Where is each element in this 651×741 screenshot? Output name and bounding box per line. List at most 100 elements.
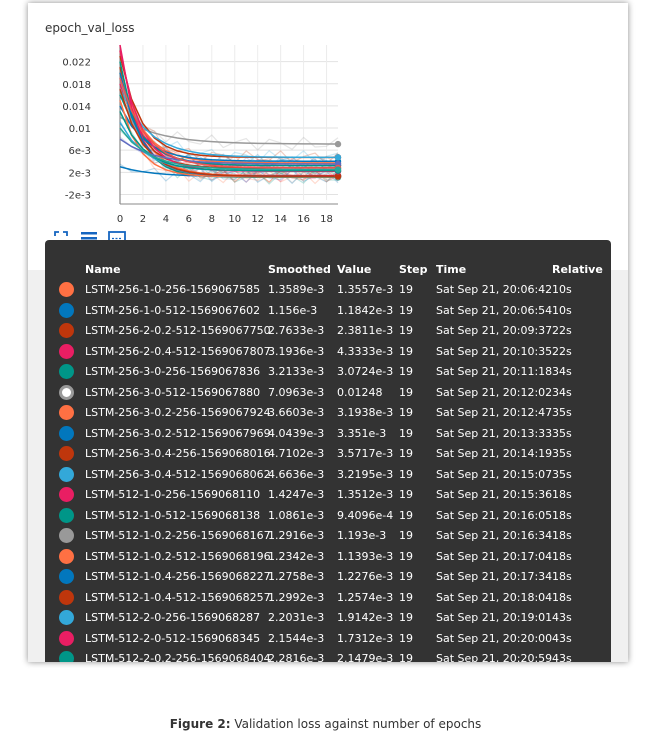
- cell-name: LSTM-256-1-0-512-1569067602: [85, 303, 261, 317]
- cell-smoothed: 2.1544e-3: [268, 631, 325, 645]
- x-tick-label: 10: [228, 214, 241, 225]
- table-row[interactable]: LSTM-256-3-0-512-1569067880 7.0963e-3 0.01…: [45, 383, 611, 403]
- table-row[interactable]: LSTM-512-2-0.2-256-1569068404 2.2816e-3 2.…: [45, 649, 611, 662]
- cell-time: Sat Sep 21, 20:17:34: [436, 570, 553, 583]
- cell-step: 19: [399, 508, 413, 522]
- series-color-swatch: [59, 384, 74, 400]
- table-row[interactable]: LSTM-512-2-0-512-1569068345 2.1544e-3 1.73…: [45, 629, 611, 649]
- col-relative-header: Relative: [552, 263, 603, 276]
- cell-name: LSTM-256-3-0.2-512-1569067969: [85, 426, 271, 440]
- cell-value: 9.4096e-4: [337, 508, 394, 522]
- cell-step: 19: [399, 652, 413, 662]
- table-row[interactable]: LSTM-256-1-0-256-1569067585 1.3589e-3 1.35…: [45, 280, 611, 300]
- series-color-swatch: [59, 466, 74, 482]
- cell-relative: 18s: [552, 488, 572, 501]
- cell-relative: 18s: [552, 590, 572, 604]
- cell-time: Sat Sep 21, 20:19:01: [436, 611, 553, 624]
- series-color-swatch: [59, 425, 74, 441]
- cell-value: 1.3512e-3: [337, 488, 394, 501]
- series-color-swatch: [59, 487, 74, 502]
- cell-smoothed: 2.2031e-3: [268, 611, 325, 624]
- cell-smoothed: 1.3589e-3: [268, 283, 325, 296]
- cell-time: Sat Sep 21, 20:12:02: [436, 385, 553, 399]
- cell-step: 19: [399, 447, 413, 460]
- cell-time: Sat Sep 21, 20:20:59: [436, 652, 553, 662]
- cell-time: Sat Sep 21, 20:16:05: [436, 508, 553, 522]
- cell-time: Sat Sep 21, 20:17:04: [436, 549, 553, 563]
- series-color-swatch: [59, 282, 74, 297]
- cell-time: Sat Sep 21, 20:12:47: [436, 406, 553, 419]
- cell-step: 19: [399, 385, 413, 399]
- cell-value: 3.1938e-3: [337, 406, 394, 419]
- cell-step: 19: [399, 426, 413, 440]
- table-row[interactable]: LSTM-512-1-0.2-256-1569068167 1.2916e-3 1.…: [45, 526, 611, 546]
- cell-relative: 10s: [552, 303, 572, 317]
- series-color-swatch: [59, 507, 74, 523]
- table-row[interactable]: LSTM-256-3-0.2-256-1569067924 3.6603e-3 3.…: [45, 403, 611, 423]
- cell-value: 1.3557e-3: [337, 283, 394, 296]
- col-step-header: Step: [399, 263, 428, 276]
- cell-step: 19: [399, 283, 413, 296]
- x-tick-label: 16: [297, 214, 310, 225]
- cell-smoothed: 3.2133e-3: [268, 365, 325, 378]
- cell-time: Sat Sep 21, 20:11:18: [436, 365, 553, 378]
- table-row[interactable]: LSTM-512-1-0.4-256-1569068227 1.2758e-3 1.…: [45, 567, 611, 587]
- cell-name: LSTM-256-2-0.2-512-1569067750: [85, 324, 271, 337]
- cell-time: Sat Sep 21, 20:06:42: [436, 283, 553, 296]
- cell-smoothed: 4.0439e-3: [268, 426, 325, 440]
- table-row[interactable]: LSTM-256-2-0.2-512-1569067750 2.7633e-3 2.…: [45, 321, 611, 341]
- cell-time: Sat Sep 21, 20:15:36: [436, 488, 553, 501]
- cell-name: LSTM-512-2-0-256-1569068287: [85, 611, 261, 624]
- cell-relative: 18s: [552, 570, 572, 583]
- table-row[interactable]: LSTM-512-1-0.4-512-1569068257 1.2992e-3 1.…: [45, 588, 611, 608]
- series-color-swatch: [59, 630, 74, 646]
- cell-value: 1.193e-3: [337, 529, 387, 542]
- cell-time: Sat Sep 21, 20:06:54: [436, 303, 553, 317]
- cell-step: 19: [399, 303, 413, 317]
- table-row[interactable]: LSTM-256-3-0-256-1569067836 3.2133e-3 3.07…: [45, 362, 611, 382]
- cell-step: 19: [399, 344, 413, 358]
- table-row[interactable]: LSTM-512-1-0.2-512-1569068196 1.2342e-3 1.…: [45, 547, 611, 567]
- cell-name: LSTM-512-1-0.4-256-1569068227: [85, 570, 271, 583]
- x-tick-label: 14: [274, 214, 287, 225]
- cell-time: Sat Sep 21, 20:09:37: [436, 324, 553, 337]
- y-tick-label: 0.022: [62, 58, 91, 69]
- table-row[interactable]: LSTM-256-1-0-512-1569067602 1.156e-3 1.184…: [45, 301, 611, 321]
- caption-label: Figure 2:: [169, 717, 231, 731]
- cell-smoothed: 7.0963e-3: [268, 385, 325, 399]
- cell-smoothed: 2.7633e-3: [268, 324, 325, 337]
- table-row[interactable]: LSTM-512-2-0-256-1569068287 2.2031e-3 1.91…: [45, 608, 611, 628]
- cell-relative: 18s: [552, 508, 572, 522]
- cell-value: 3.2195e-3: [337, 467, 394, 481]
- cell-relative: 43s: [552, 611, 572, 624]
- table-row[interactable]: LSTM-256-2-0.4-512-1569067807 3.1936e-3 4.…: [45, 342, 611, 362]
- table-row[interactable]: LSTM-256-3-0.4-256-1569068016 4.7102e-3 3.…: [45, 444, 611, 464]
- cell-value: 3.0724e-3: [337, 365, 394, 378]
- cell-value: 1.1842e-3: [337, 303, 394, 317]
- cell-name: LSTM-512-1-0.2-256-1569068167: [85, 529, 271, 542]
- series-color-swatch: [59, 589, 74, 605]
- table-row[interactable]: LSTM-256-3-0.4-512-1569068062 4.6636e-3 3.…: [45, 465, 611, 485]
- figure-caption: Figure 2: Validation loss against number…: [0, 717, 651, 731]
- cell-value: 2.1479e-3: [337, 652, 394, 662]
- cell-relative: 18s: [552, 529, 572, 542]
- cell-relative: 22s: [552, 324, 572, 337]
- cell-name: LSTM-256-2-0.4-512-1569067807: [85, 344, 271, 358]
- cell-relative: 43s: [552, 652, 572, 662]
- cell-smoothed: 3.1936e-3: [268, 344, 325, 358]
- table-row[interactable]: LSTM-256-3-0.2-512-1569067969 4.0439e-3 3.…: [45, 424, 611, 444]
- cell-smoothed: 1.156e-3: [268, 303, 318, 317]
- cell-relative: 22s: [552, 344, 572, 358]
- cell-relative: 34s: [552, 385, 572, 399]
- loss-chart[interactable]: 0.022 0.018 0.014 0.01 6e-3 2e-3 -2e-3 0 2 4 6 8 10 1…: [28, 41, 358, 231]
- col-name-header: Name: [85, 263, 121, 276]
- cell-relative: 34s: [552, 365, 572, 378]
- cell-relative: 35s: [552, 447, 572, 460]
- cell-value: 1.2574e-3: [337, 590, 394, 604]
- series-color-swatch: [59, 364, 74, 379]
- table-row[interactable]: LSTM-512-1-0-512-1569068138 1.0861e-3 9.40…: [45, 506, 611, 526]
- col-value-header: Value: [337, 263, 372, 276]
- cell-name: LSTM-512-2-0.2-256-1569068404: [85, 652, 271, 662]
- table-row[interactable]: LSTM-512-1-0-256-1569068110 1.4247e-3 1.35…: [45, 485, 611, 505]
- cell-relative: 18s: [552, 549, 572, 563]
